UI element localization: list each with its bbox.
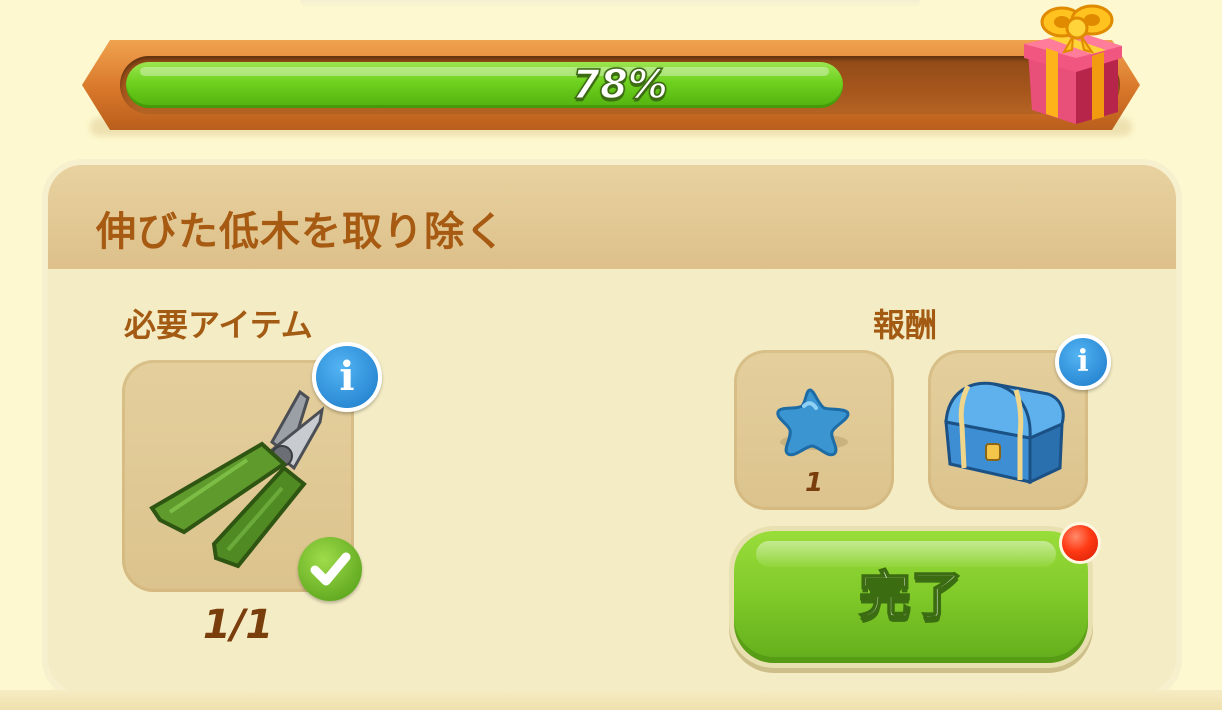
required-item-info-icon[interactable]: i [312, 342, 382, 412]
bottom-edge [0, 690, 1222, 710]
reward-slot-star[interactable]: 1 [734, 350, 894, 510]
checkmark-icon [298, 537, 362, 601]
task-header: 伸びた低木を取り除く [48, 165, 1176, 269]
rewards-label: 報酬 [873, 306, 938, 344]
gift-box-icon[interactable] [1018, 0, 1128, 128]
complete-button-label: 完了 [858, 566, 964, 628]
required-items-label: 必要アイテム [124, 306, 313, 344]
reward-info-icon[interactable]: i [1055, 334, 1111, 390]
task-title: 伸びた低木を取り除く [96, 209, 506, 255]
progress-bar: 78% [120, 56, 1120, 114]
required-item-count: 1/1 [202, 602, 274, 648]
top-edge-glow [300, 0, 920, 8]
complete-button[interactable]: 完了 [734, 531, 1088, 663]
notification-dot [1059, 522, 1101, 564]
reward-count: 1 [804, 468, 824, 498]
progress-percent: 78% [571, 61, 668, 109]
